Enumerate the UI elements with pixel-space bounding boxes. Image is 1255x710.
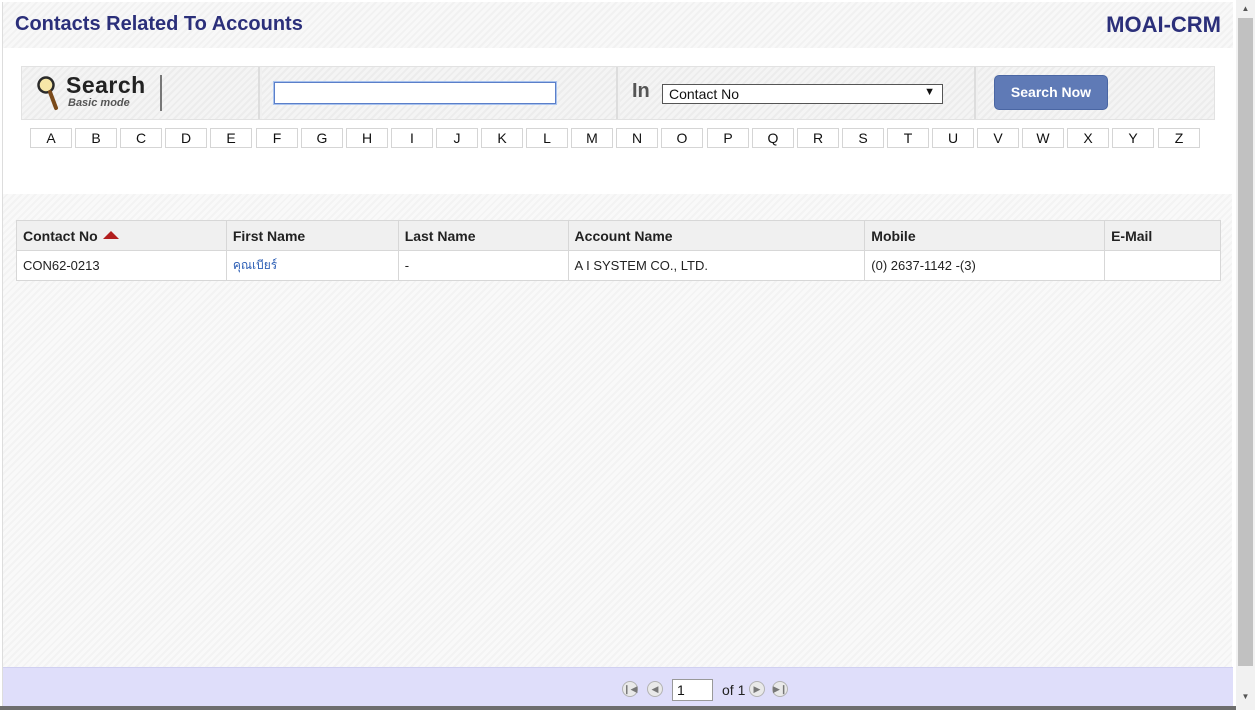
table-header-row: Contact No First Name Last Name Account … <box>16 220 1221 251</box>
table-row: CON62-0213 คุณเบียร์ - A I SYSTEM CO., L… <box>16 250 1221 281</box>
alphabet-letter-q[interactable]: Q <box>752 128 794 148</box>
cell-first-name: คุณเบียร์ <box>225 250 399 281</box>
alphabet-letter-k[interactable]: K <box>481 128 523 148</box>
search-logo-title: Search <box>66 72 146 98</box>
last-page-icon[interactable]: ▶❙ <box>772 681 788 697</box>
header: Contacts Related To Accounts MOAI-CRM <box>3 2 1233 48</box>
alphabet-letter-t[interactable]: T <box>887 128 929 148</box>
scroll-down-icon[interactable]: ▼ <box>1236 688 1255 705</box>
search-button-cell: Search Now <box>978 67 1214 119</box>
column-header-first-name[interactable]: First Name <box>225 220 399 251</box>
contacts-table: Contact No First Name Last Name Account … <box>16 220 1221 281</box>
cell-mobile: (0) 2637-1142 -(3) <box>864 250 1106 281</box>
alphabet-letter-h[interactable]: H <box>346 128 388 148</box>
page: Contacts Related To Accounts MOAI-CRM Se… <box>2 2 1233 708</box>
alphabet-letter-x[interactable]: X <box>1067 128 1109 148</box>
cell-last-name: - <box>397 250 569 281</box>
page-title: Contacts Related To Accounts <box>15 13 303 35</box>
sort-ascending-icon <box>102 230 119 239</box>
column-header-mobile[interactable]: Mobile <box>864 220 1106 251</box>
search-input[interactable] <box>273 81 557 105</box>
search-bar: Search Basic mode In Contact No ▼ Search… <box>21 66 1215 120</box>
alphabet-letter-r[interactable]: R <box>797 128 839 148</box>
pagination-bar: ❙◀ ◀ of 1 ▶ ▶❙ <box>3 667 1233 708</box>
alphabet-letter-u[interactable]: U <box>932 128 974 148</box>
dropdown-arrow-icon: ▼ <box>924 86 935 98</box>
alphabet-letter-n[interactable]: N <box>616 128 658 148</box>
cell-email <box>1104 250 1221 281</box>
alphabet-letter-v[interactable]: V <box>977 128 1019 148</box>
column-header-email[interactable]: E-Mail <box>1104 220 1221 251</box>
column-header-account-name[interactable]: Account Name <box>567 220 866 251</box>
vertical-scrollbar[interactable]: ▲ ▼ <box>1236 0 1255 710</box>
previous-page-icon[interactable]: ◀ <box>647 681 663 697</box>
alphabet-letter-p[interactable]: P <box>707 128 749 148</box>
first-page-icon[interactable]: ❙◀ <box>622 681 638 697</box>
alphabet-letter-a[interactable]: A <box>30 128 72 148</box>
magnifier-icon <box>37 76 58 110</box>
alphabet-letter-d[interactable]: D <box>165 128 207 148</box>
scroll-up-icon[interactable]: ▲ <box>1236 0 1255 17</box>
column-header-contact-no[interactable]: Contact No <box>16 220 227 251</box>
page-number-input[interactable] <box>672 679 713 701</box>
alphabet-letter-o[interactable]: O <box>661 128 703 148</box>
alphabet-letter-s[interactable]: S <box>842 128 884 148</box>
search-field-select[interactable]: Contact No ▼ <box>662 84 943 104</box>
search-input-cell <box>262 67 618 119</box>
logo-divider <box>160 75 162 111</box>
first-name-link[interactable]: คุณเบียร์ <box>233 258 277 272</box>
in-label: In <box>632 80 650 102</box>
alphabet-letter-b[interactable]: B <box>75 128 117 148</box>
alphabet-letter-z[interactable]: Z <box>1158 128 1200 148</box>
cell-contact-no: CON62-0213 <box>16 250 227 281</box>
next-page-icon[interactable]: ▶ <box>749 681 765 697</box>
alphabet-letter-w[interactable]: W <box>1022 128 1064 148</box>
search-field-cell: In Contact No ▼ <box>620 67 976 119</box>
cell-account-name: A I SYSTEM CO., LTD. <box>567 250 866 281</box>
alphabet-letter-g[interactable]: G <box>301 128 343 148</box>
search-field-selected: Contact No <box>669 86 740 102</box>
alphabet-letter-e[interactable]: E <box>210 128 252 148</box>
page-count-label: of 1 <box>722 682 746 698</box>
alphabet-letter-l[interactable]: L <box>526 128 568 148</box>
alphabet-letter-f[interactable]: F <box>256 128 298 148</box>
alphabet-letter-m[interactable]: M <box>571 128 613 148</box>
brand-name: MOAI-CRM <box>1106 12 1221 37</box>
alphabet-letter-i[interactable]: I <box>391 128 433 148</box>
column-header-last-name[interactable]: Last Name <box>397 220 569 251</box>
window-bottom-border <box>0 706 1236 710</box>
scroll-thumb[interactable] <box>1238 18 1253 666</box>
search-mode-label: Basic mode <box>68 97 130 109</box>
alphabet-letter-c[interactable]: C <box>120 128 162 148</box>
search-logo: Search Basic mode <box>22 67 260 119</box>
search-now-button[interactable]: Search Now <box>994 75 1108 110</box>
alphabet-letter-j[interactable]: J <box>436 128 478 148</box>
alphabet-letter-y[interactable]: Y <box>1112 128 1154 148</box>
search-panel: Search Basic mode In Contact No ▼ Search… <box>3 48 1233 194</box>
